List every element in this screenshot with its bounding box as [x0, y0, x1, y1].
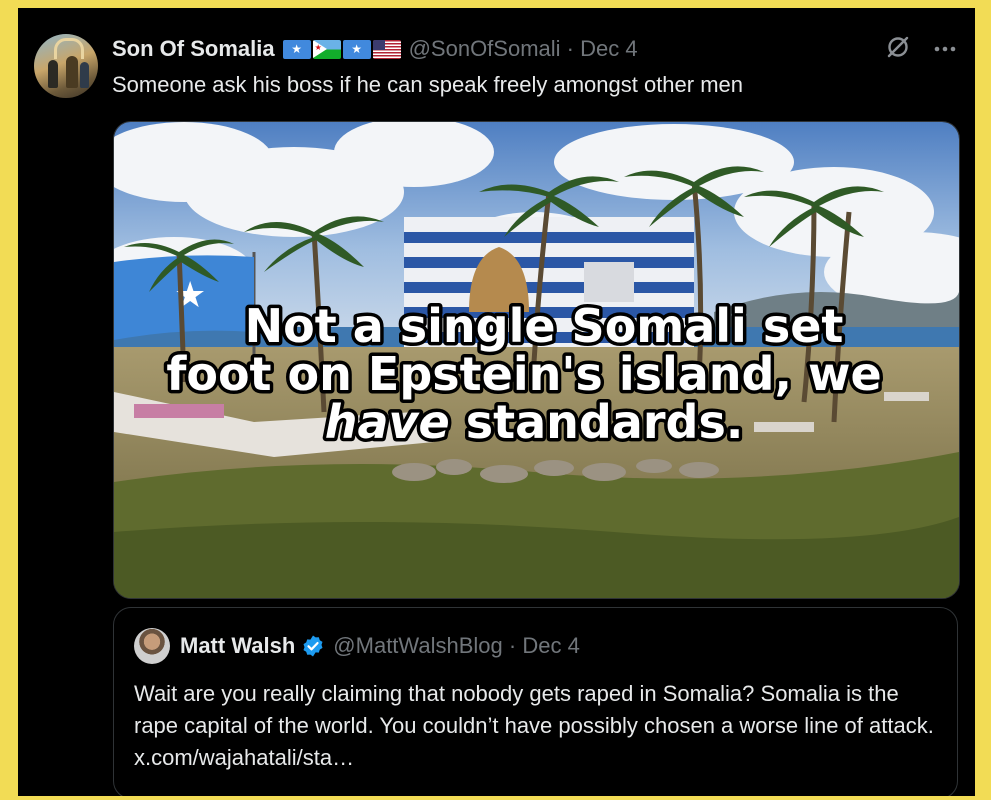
- quoted-tweet[interactable]: Matt Walsh @MattWalshBlog · Dec 4 Wait a…: [113, 607, 958, 796]
- tweet-header: Son Of Somalia ★ ★ @SonOfSomali · Dec 4: [112, 34, 638, 64]
- quoted-tweet-date[interactable]: Dec 4: [522, 633, 579, 658]
- quoted-tweet-header: Matt Walsh @MattWalshBlog · Dec 4: [180, 628, 580, 664]
- usa-flag-icon: [372, 39, 401, 59]
- tweet-actions: [885, 34, 957, 65]
- author-handle[interactable]: @SonOfSomali · Dec 4: [409, 36, 638, 62]
- more-icon[interactable]: [933, 41, 957, 59]
- tweet-date[interactable]: Dec 4: [580, 36, 637, 61]
- media-caption-line1: Not a single Somali set: [245, 299, 844, 353]
- djibouti-flag-icon: [312, 39, 341, 59]
- tweet-card: Son Of Somalia ★ ★ @SonOfSomali · Dec 4 …: [18, 8, 975, 796]
- grok-icon[interactable]: [885, 34, 911, 65]
- tweet-media-image[interactable]: ★ Not a single Somali set foot on Epstei…: [113, 121, 960, 599]
- quoted-tweet-link[interactable]: x.com/wajahatali/sta…: [134, 745, 354, 770]
- quoted-author-name[interactable]: Matt Walsh: [180, 633, 295, 659]
- author-avatar[interactable]: [34, 34, 98, 98]
- media-caption-line2: foot on Epstein's island, we: [166, 347, 881, 401]
- quoted-tweet-text: Wait are you really claiming that nobody…: [134, 681, 934, 770]
- tweet-text: Someone ask his boss if he can speak fre…: [112, 72, 744, 97]
- verified-badge-icon: [301, 634, 325, 658]
- somalia-flag-icon: ★: [282, 39, 311, 59]
- media-caption-line3: have standards.: [325, 395, 744, 449]
- quoted-author-handle[interactable]: @MattWalshBlog · Dec 4: [333, 633, 580, 659]
- somalia-flag-icon: ★: [342, 39, 371, 59]
- author-name[interactable]: Son Of Somalia: [112, 36, 275, 62]
- quoted-author-avatar[interactable]: [134, 628, 170, 664]
- flag-badges: ★ ★: [282, 39, 401, 59]
